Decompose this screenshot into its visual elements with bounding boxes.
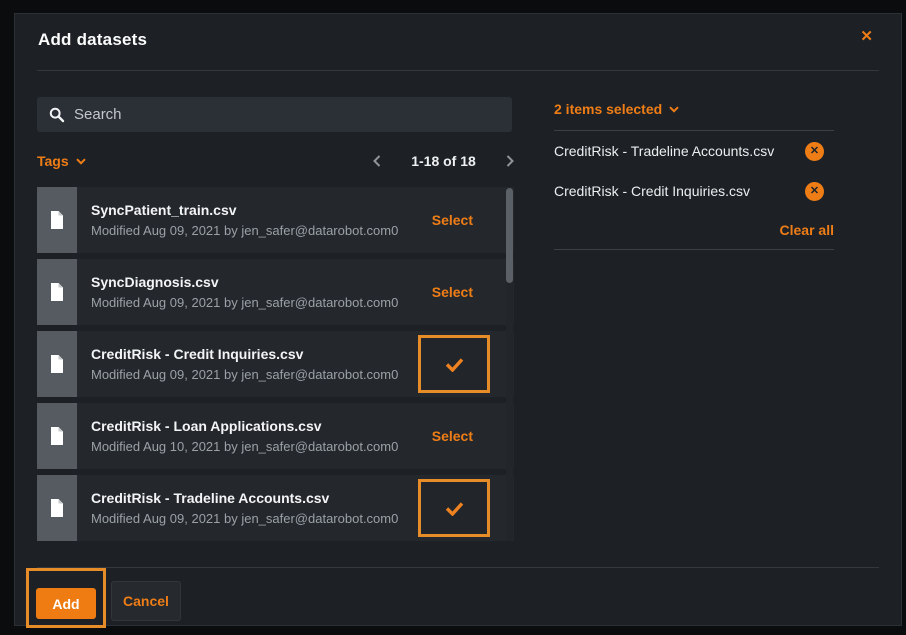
dataset-meta: Modified Aug 09, 2021 by jen_safer@datar… [91,223,432,238]
remove-item-icon[interactable]: ✕ [805,182,824,201]
selected-item: CreditRisk - Tradeline Accounts.csv ✕ [554,131,834,171]
selected-count-label: 2 items selected [554,101,662,117]
clear-all-button[interactable]: Clear all [780,222,834,238]
dataset-row[interactable]: CreditRisk - Loan Applications.csv Modif… [37,403,514,469]
dataset-meta: Modified Aug 09, 2021 by jen_safer@datar… [91,295,432,310]
search-icon [49,107,65,123]
dataset-name: CreditRisk - Credit Inquiries.csv [91,346,418,362]
dataset-row[interactable]: SyncDiagnosis.csv Modified Aug 09, 2021 … [37,259,514,325]
selected-item: CreditRisk - Credit Inquiries.csv ✕ [554,171,834,211]
file-icon [37,259,77,325]
footer-divider [37,567,879,568]
selected-count-dropdown[interactable]: 2 items selected [554,101,834,117]
add-button[interactable]: Add [36,588,96,619]
page-range: 1-18 of 18 [411,153,476,169]
header-divider [37,70,879,71]
panel-divider [554,249,834,250]
dataset-name: SyncPatient_train.csv [91,202,432,218]
next-page-icon[interactable] [506,155,514,167]
dataset-row[interactable]: SyncPatient_train.csv Modified Aug 09, 2… [37,187,514,253]
scrollbar-thumb[interactable] [506,188,513,283]
file-icon [37,331,77,397]
select-button[interactable]: Select [432,428,473,444]
modal-title: Add datasets [38,30,147,50]
selected-checkbox[interactable] [418,479,490,537]
chevron-down-icon [669,106,679,113]
selected-item-name: CreditRisk - Tradeline Accounts.csv [554,143,774,159]
close-icon[interactable]: ✕ [860,29,873,44]
select-button[interactable]: Select [432,212,473,228]
dataset-name: CreditRisk - Loan Applications.csv [91,418,432,434]
tags-label: Tags [37,153,69,169]
list-scrollbar[interactable] [506,188,513,540]
tags-dropdown[interactable]: Tags [37,153,86,169]
pagination: 1-18 of 18 [373,153,514,169]
file-icon [37,403,77,469]
dataset-name: CreditRisk - Tradeline Accounts.csv [91,490,418,506]
add-datasets-modal: Add datasets ✕ Tags 1-18 of 18 SyncPa [14,13,902,626]
cancel-button[interactable]: Cancel [111,581,181,621]
dataset-name: SyncDiagnosis.csv [91,274,432,290]
selected-item-name: CreditRisk - Credit Inquiries.csv [554,183,750,199]
dataset-meta: Modified Aug 09, 2021 by jen_safer@datar… [91,367,418,382]
selected-checkbox[interactable] [418,335,490,393]
selected-items-panel: 2 items selected CreditRisk - Tradeline … [554,101,834,250]
chevron-down-icon [76,158,86,165]
file-icon [37,187,77,253]
dataset-row[interactable]: CreditRisk - Credit Inquiries.csv Modifi… [37,331,514,397]
search-input[interactable] [74,106,500,123]
search-box[interactable] [37,97,512,132]
dataset-row[interactable]: CreditRisk - Tradeline Accounts.csv Modi… [37,475,514,541]
dataset-meta: Modified Aug 10, 2021 by jen_safer@datar… [91,439,432,454]
select-button[interactable]: Select [432,284,473,300]
checkmark-icon [445,357,464,372]
dataset-list: SyncPatient_train.csv Modified Aug 09, 2… [37,187,514,547]
dataset-meta: Modified Aug 09, 2021 by jen_safer@datar… [91,511,418,526]
file-icon [37,475,77,541]
remove-item-icon[interactable]: ✕ [805,142,824,161]
checkmark-icon [445,501,464,516]
prev-page-icon[interactable] [373,155,381,167]
